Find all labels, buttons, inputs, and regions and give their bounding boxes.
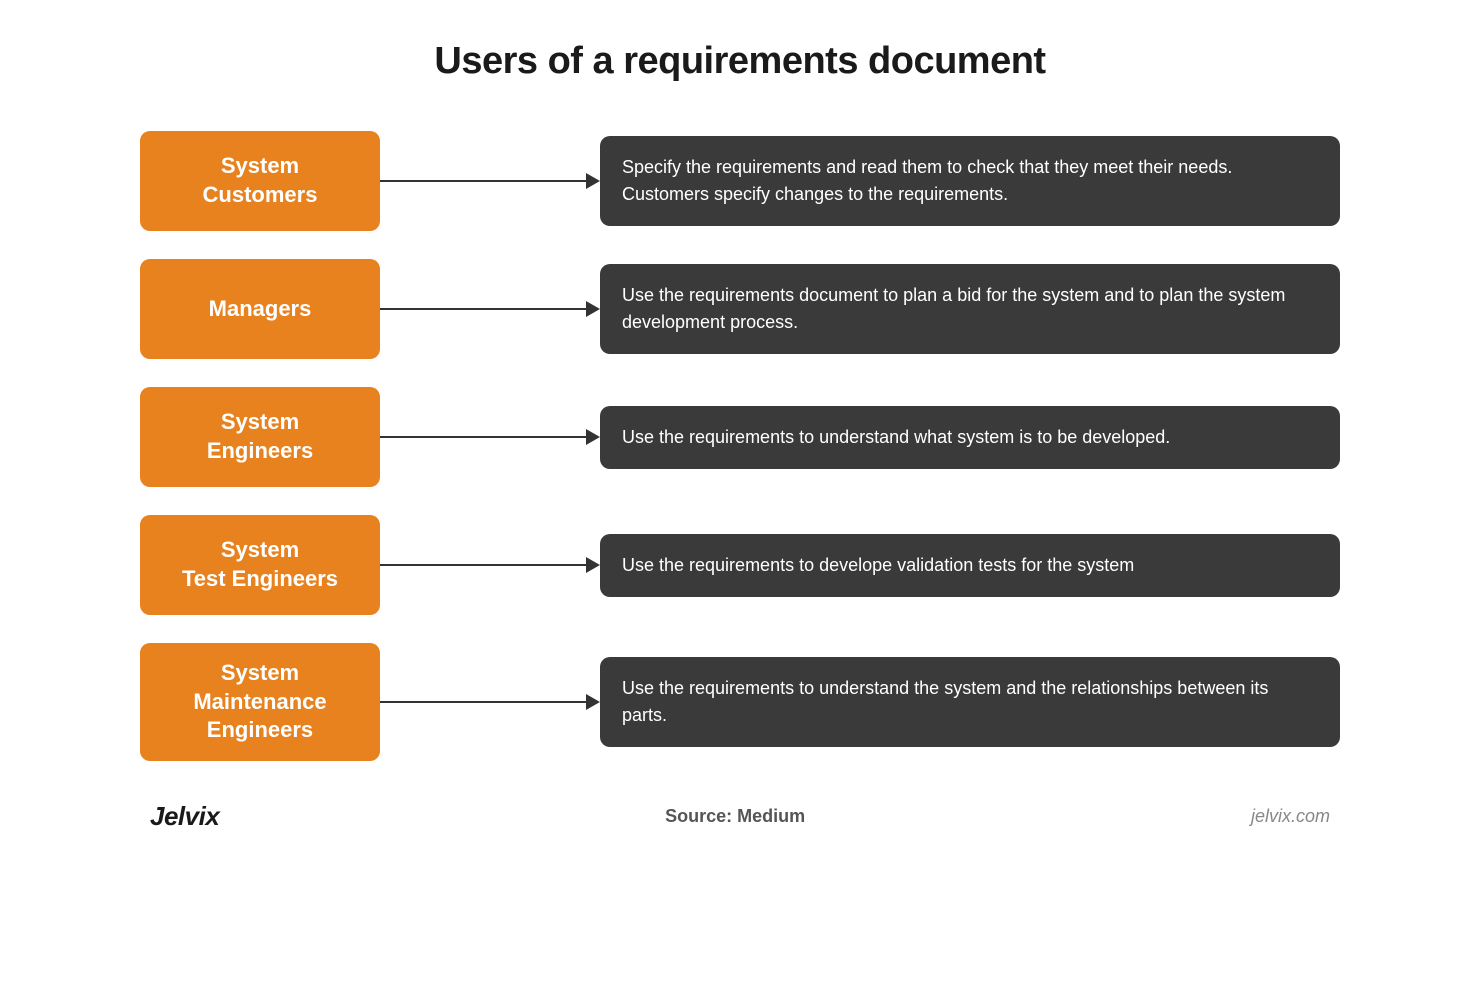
row-engineers: SystemEngineers Use the requirements to …	[140, 387, 1340, 487]
orange-box-customers: SystemCustomers	[140, 131, 380, 231]
orange-box-maintenance-engineers: SystemMaintenanceEngineers	[140, 643, 380, 761]
arrow-engineers	[380, 429, 600, 445]
row-maintenance-engineers: SystemMaintenanceEngineers Use the requi…	[140, 643, 1340, 761]
orange-box-managers: Managers	[140, 259, 380, 359]
arrow-customers	[380, 173, 600, 189]
source-credit: Source: Medium	[665, 806, 805, 827]
row-customers: SystemCustomers Specify the requirements…	[140, 131, 1340, 231]
brand-left: Jelvix	[150, 801, 219, 832]
diagram-container: SystemCustomers Specify the requirements…	[140, 131, 1340, 761]
page-footer: Jelvix Source: Medium jelvix.com	[140, 801, 1340, 832]
arrow-maintenance-engineers	[380, 694, 600, 710]
source-value: Medium	[737, 806, 805, 826]
orange-box-test-engineers: SystemTest Engineers	[140, 515, 380, 615]
orange-box-engineers: SystemEngineers	[140, 387, 380, 487]
dark-box-engineers: Use the requirements to understand what …	[600, 406, 1340, 469]
arrow-test-engineers	[380, 557, 600, 573]
dark-box-test-engineers: Use the requirements to develope validat…	[600, 534, 1340, 597]
row-test-engineers: SystemTest Engineers Use the requirement…	[140, 515, 1340, 615]
source-label: Source:	[665, 806, 732, 826]
arrow-managers	[380, 301, 600, 317]
row-managers: Managers Use the requirements document t…	[140, 259, 1340, 359]
dark-box-managers: Use the requirements document to plan a …	[600, 264, 1340, 354]
page-title: Users of a requirements document	[434, 40, 1045, 83]
brand-right: jelvix.com	[1251, 806, 1330, 827]
dark-box-customers: Specify the requirements and read them t…	[600, 136, 1340, 226]
dark-box-maintenance-engineers: Use the requirements to understand the s…	[600, 657, 1340, 747]
